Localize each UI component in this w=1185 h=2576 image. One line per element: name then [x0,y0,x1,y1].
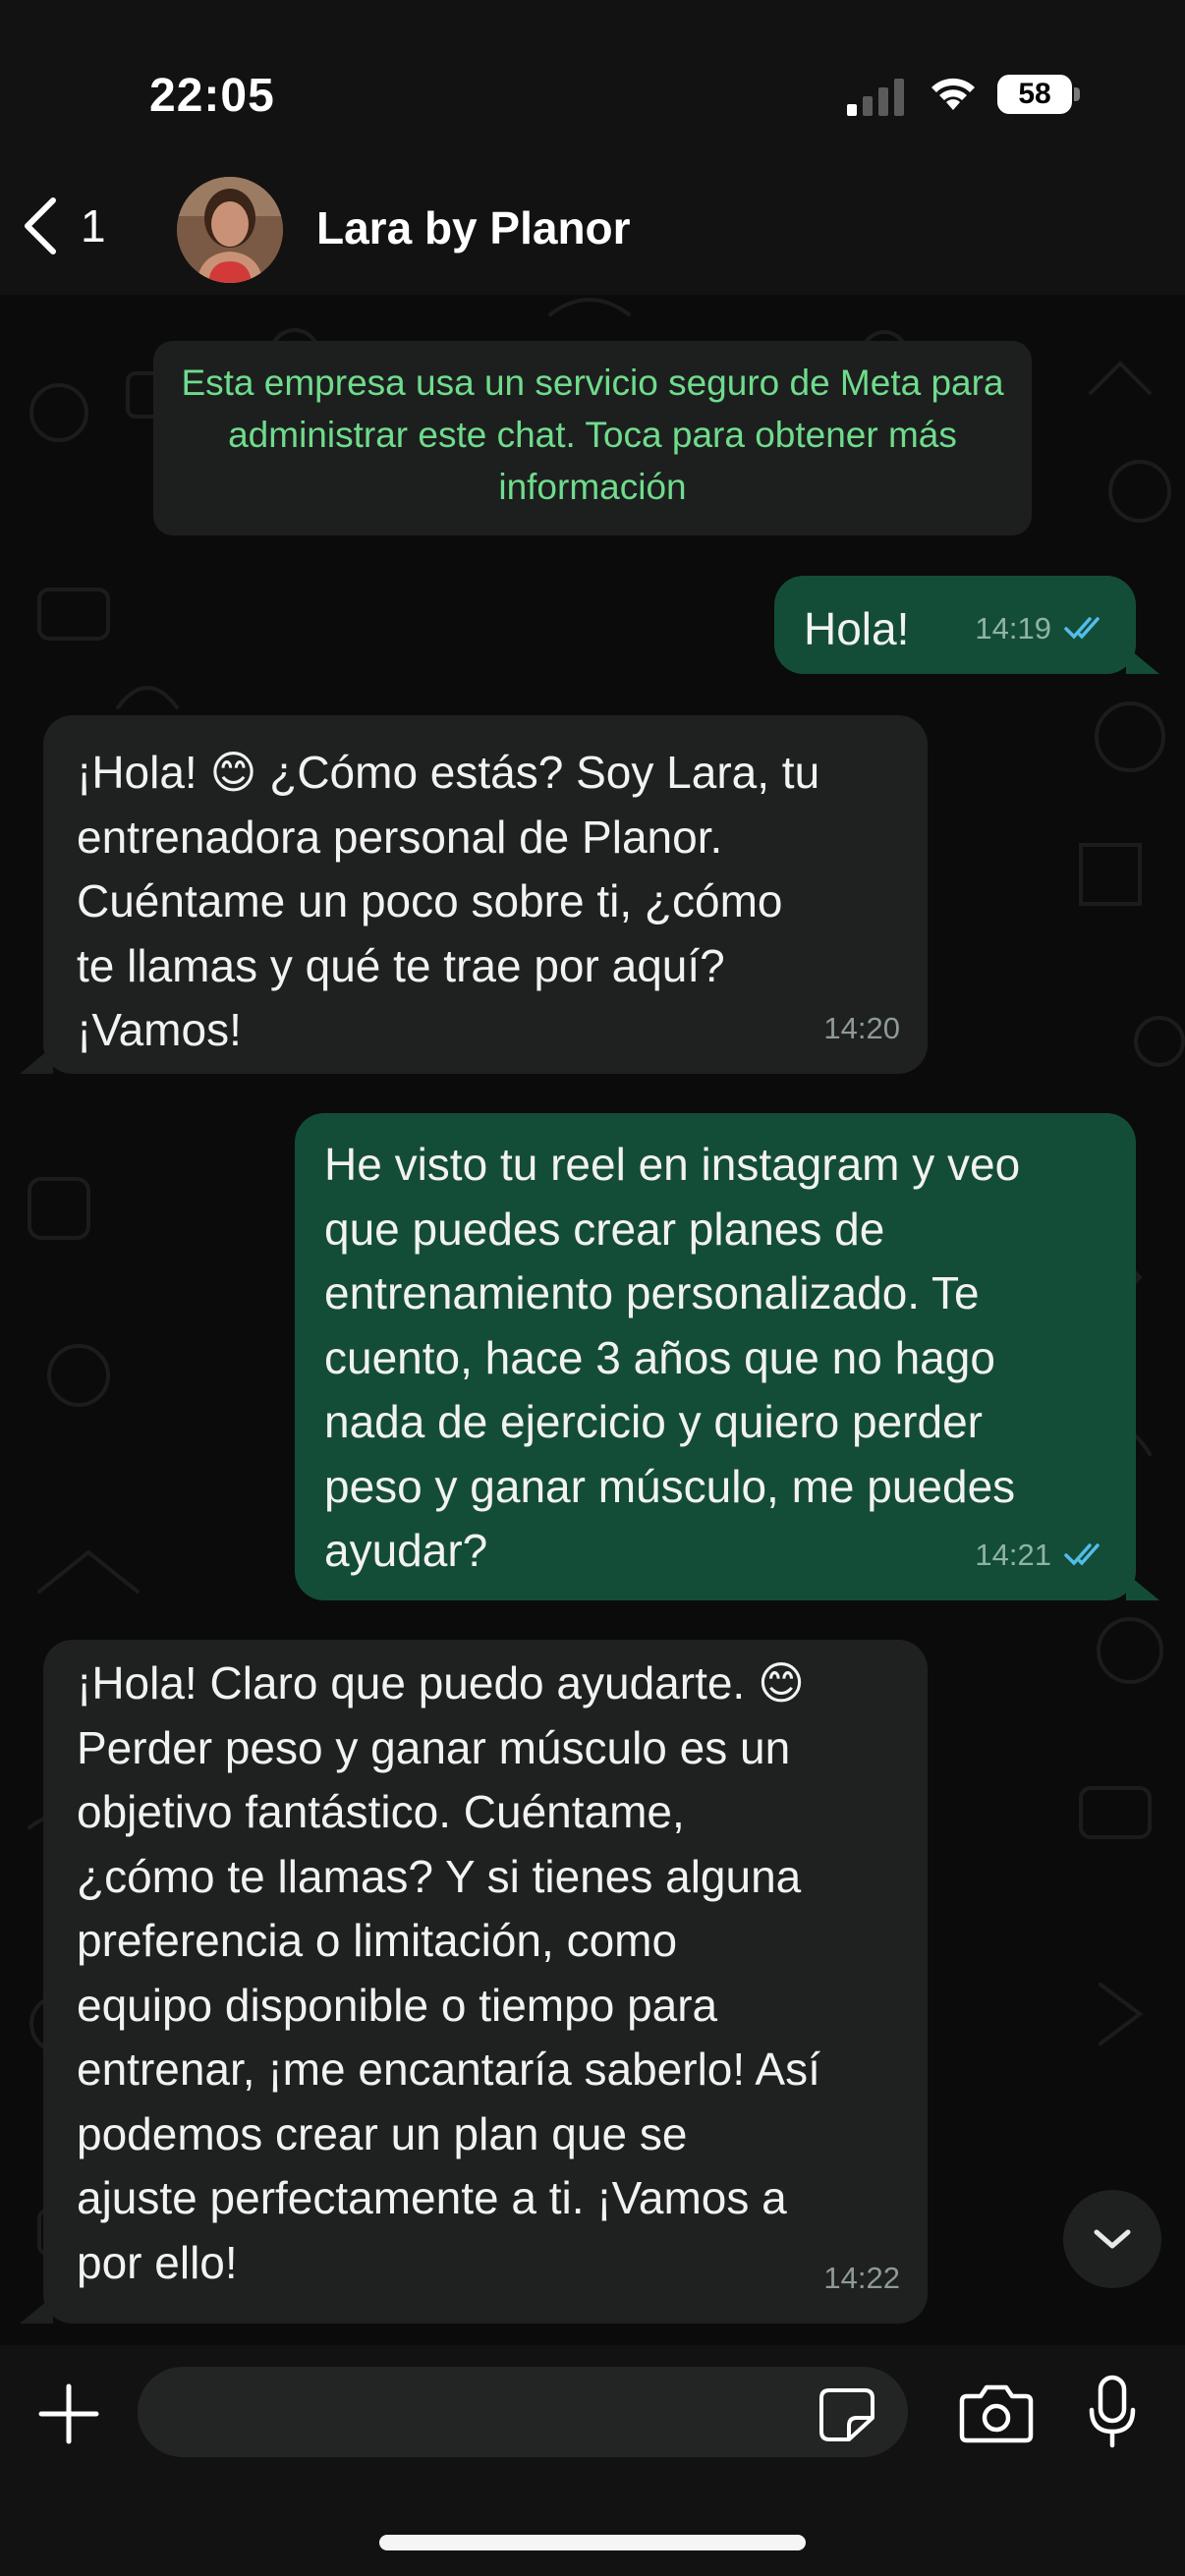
message-text: ¡Hola! 😊 ¿Cómo estás? Soy Lara, tu entre… [77,747,820,1055]
chevron-down-icon [1094,2229,1131,2249]
chat-header: 1 Lara by Planor [0,172,1185,295]
message-time: 14:21 [975,1537,1051,1572]
message-bubble-outgoing[interactable]: He visto tu reel en instagram y veo que … [295,1113,1136,1600]
message-bubble-outgoing[interactable]: Hola! 14:19 [774,576,1136,674]
home-indicator [379,2535,806,2550]
message-meta: 14:22 [823,2246,900,2311]
status-bar: 22:05 58 [0,0,1185,172]
battery-level: 58 [997,75,1072,114]
message-time: 14:20 [823,1010,900,1045]
message-bubble-incoming[interactable]: ¡Hola! Claro que puedo ayudarte. 😊 Perde… [43,1640,928,2324]
bubble-tail [1126,1573,1159,1600]
plus-icon[interactable] [35,2380,102,2447]
camera-icon[interactable] [959,2382,1034,2443]
security-notice[interactable]: Esta empresa usa un servicio seguro de M… [153,341,1032,535]
signal-icon [847,79,904,116]
message-meta: 14:20 [823,996,900,1061]
avatar[interactable] [177,177,283,283]
read-ticks-icon [1064,1543,1100,1566]
input-bar [0,2345,1185,2576]
message-meta: 14:21 [975,1523,1108,1588]
sticker-icon[interactable] [818,2386,876,2443]
bubble-tail [20,2296,53,2324]
status-time: 22:05 [149,70,275,122]
chat-area[interactable]: Esta empresa usa un servicio seguro de M… [0,295,1185,2345]
avatar-image [177,177,283,283]
message-text: He visto tu reel en instagram y veo que … [324,1139,1021,1576]
scroll-to-bottom-button[interactable] [1063,2190,1161,2288]
chevron-left-icon [25,197,56,254]
message-time: 14:22 [823,2260,900,2295]
read-ticks-icon [1064,617,1100,640]
battery-icon: 58 [997,75,1080,114]
wifi-icon [931,78,975,110]
microphone-icon[interactable] [1087,2375,1138,2449]
bubble-tail [1126,646,1159,674]
message-time: 14:19 [975,610,1051,645]
message-meta: 14:19 [975,596,1108,661]
back-button[interactable]: 1 [20,192,128,260]
message-text: ¡Hola! Claro que puedo ayudarte. 😊 Perde… [77,1657,820,2288]
bubble-tail [20,1046,53,1074]
message-input[interactable] [138,2367,908,2457]
battery-tip [1074,87,1080,101]
contact-name[interactable]: Lara by Planor [316,201,631,254]
message-bubble-incoming[interactable]: ¡Hola! 😊 ¿Cómo estás? Soy Lara, tu entre… [43,715,928,1074]
unread-count: 1 [81,200,106,252]
